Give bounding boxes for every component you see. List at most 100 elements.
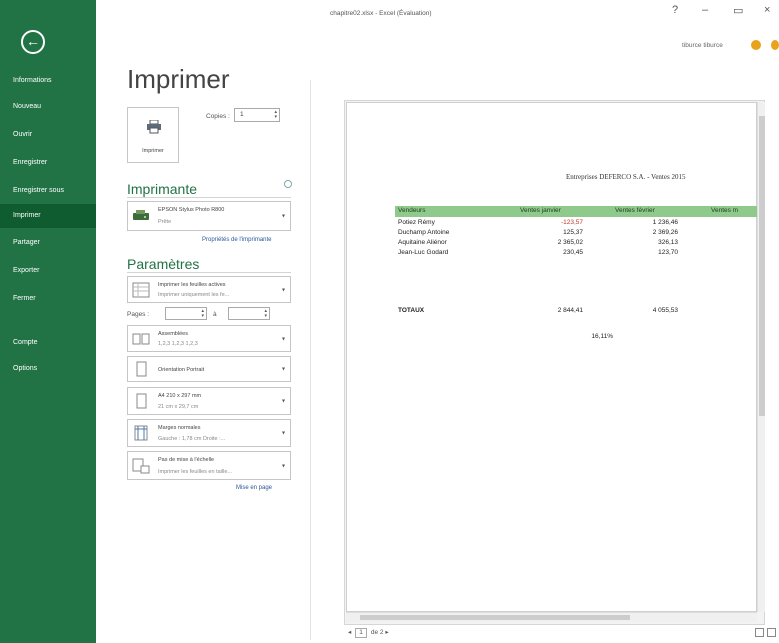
- copies-stepper[interactable]: 1 ▴ ▾: [234, 108, 280, 122]
- scaling-description: Imprimer les feuilles en taille...: [158, 469, 232, 475]
- print-scope-dropdown[interactable]: Imprimer les feuilles actives Imprimer u…: [127, 276, 291, 303]
- table-row-feb: 326,13: [658, 239, 678, 246]
- scroll-thumb[interactable]: [360, 615, 630, 620]
- sidebar-item-exporter[interactable]: Exporter: [0, 260, 96, 282]
- paper-size-icon: [136, 393, 147, 409]
- horizontal-scrollbar[interactable]: [346, 612, 757, 622]
- zoom-to-page-icon[interactable]: [767, 628, 776, 637]
- sheets-icon: [132, 282, 150, 297]
- orientation-dropdown[interactable]: Orientation Portrait ▾: [127, 356, 291, 382]
- spin-arrows-icon[interactable]: ▴ ▾: [201, 309, 204, 319]
- scaling-icon: [132, 458, 150, 473]
- chevron-down-icon: ▾: [281, 398, 285, 405]
- close-button[interactable]: ×: [764, 4, 770, 16]
- margins-dropdown[interactable]: Marges normales Gauche : 1,78 cm Droite …: [127, 419, 291, 447]
- print-button-label: Imprimer: [142, 148, 164, 154]
- collated-pages-icon: [132, 333, 150, 344]
- current-page-input[interactable]: 1: [355, 628, 368, 638]
- sidebar-item-options[interactable]: Options: [0, 358, 96, 380]
- page-navigator: ◂ 1 de 2 ▸: [348, 628, 389, 638]
- chevron-down-icon: ▾: [281, 366, 285, 373]
- back-arrow-icon[interactable]: ←: [21, 30, 45, 54]
- page-count-label: de 2: [370, 629, 384, 636]
- backstage-sidebar: ← Informations Nouveau Ouvrir Enregistre…: [0, 0, 96, 643]
- chevron-down-icon: ▾: [281, 213, 285, 220]
- print-scope-description: Imprimer uniquement les fe...: [158, 292, 230, 298]
- totals-jan: 2 844,41: [557, 307, 583, 314]
- table-row-name: Aquitaine Aliénor: [398, 239, 447, 246]
- vertical-scrollbar[interactable]: [757, 102, 765, 612]
- collate-value: Assemblées: [158, 331, 188, 337]
- margins-icon: [134, 425, 148, 441]
- sidebar-item-fermer[interactable]: Fermer: [0, 288, 96, 310]
- chevron-down-icon: ▾: [281, 287, 285, 293]
- window-title: chapitre02.xlsx - Excel (Évaluation): [330, 10, 432, 17]
- totals-feb: 4 055,53: [652, 307, 678, 314]
- scroll-thumb[interactable]: [759, 116, 765, 416]
- collate-dropdown[interactable]: Assemblées 1,2,3 1,2,3 1,2,3 ▾: [127, 325, 291, 352]
- user-account-name[interactable]: tiburce tiburce: [682, 42, 723, 49]
- table-row-feb: 1 236,46: [652, 219, 678, 226]
- printer-icon: [147, 120, 161, 134]
- table-row-jan: 230,45: [563, 249, 583, 256]
- chevron-down-icon: ▾: [281, 463, 285, 469]
- sidebar-item-informations[interactable]: Informations: [0, 70, 96, 92]
- next-page-icon[interactable]: ▸: [385, 629, 388, 636]
- pages-from-input[interactable]: ▴ ▾: [165, 307, 207, 320]
- orientation-value: Orientation Portrait: [158, 367, 205, 373]
- percent-value: 16,11%: [591, 333, 613, 340]
- sidebar-item-ouvrir[interactable]: Ouvrir: [0, 124, 96, 146]
- header-ventes-janvier: Ventes janvier: [520, 207, 561, 214]
- panel-divider: [310, 80, 311, 640]
- chevron-down-icon: ▾: [281, 336, 285, 342]
- spin-arrows-icon[interactable]: ▴ ▾: [264, 309, 267, 319]
- sidebar-item-nouveau[interactable]: Nouveau: [0, 96, 96, 118]
- table-row-name: Duchamp Antoine: [398, 229, 450, 236]
- pages-to-input[interactable]: ▴ ▾: [228, 307, 270, 320]
- copies-label: Copies :: [206, 113, 230, 120]
- info-icon[interactable]: [284, 180, 292, 188]
- previous-page-icon[interactable]: ◂: [348, 629, 351, 636]
- printer-section-title: Imprimante: [127, 181, 198, 197]
- margins-description: Gauche : 1,78 cm Droite :...: [158, 436, 226, 442]
- spin-arrows-icon[interactable]: ▴ ▾: [274, 110, 277, 120]
- sidebar-item-enregistrer-sous[interactable]: Enregistrer sous: [0, 180, 96, 202]
- table-row-feb: 2 369,26: [652, 229, 678, 236]
- sidebar-item-compte[interactable]: Compte: [0, 332, 96, 354]
- printer-name: EPSON Stylus Photo R800: [158, 207, 225, 213]
- table-row-jan: 125,37: [563, 229, 583, 236]
- page-title: Imprimer: [127, 64, 230, 94]
- maximize-button[interactable]: ▭: [733, 4, 743, 17]
- margins-value: Marges normales: [158, 425, 201, 431]
- table-header-band: [395, 206, 757, 217]
- feedback-smile-icon[interactable]: [751, 40, 761, 50]
- printer-status: Prête: [158, 219, 172, 225]
- header-vendeurs: Vendeurs: [398, 207, 426, 214]
- scaling-dropdown[interactable]: Pas de mise à l'échelle Imprimer les feu…: [127, 451, 291, 480]
- table-row-jan: -123,57: [560, 219, 583, 226]
- sidebar-item-imprimer[interactable]: Imprimer: [0, 204, 96, 228]
- header-ventes-mars: Ventes m: [711, 207, 739, 214]
- page-setup-link[interactable]: Mise en page: [236, 485, 272, 491]
- copies-value: 1: [240, 111, 244, 118]
- paper-size-dropdown[interactable]: A4 210 x 297 mm 21 cm x 29,7 cm ▾: [127, 387, 291, 415]
- table-row-jan: 2 365,02: [557, 239, 583, 246]
- sidebar-item-partager[interactable]: Partager: [0, 232, 96, 254]
- help-button[interactable]: ?: [672, 4, 678, 16]
- printer-properties-link[interactable]: Propriétés de l'imprimante: [202, 237, 272, 243]
- printer-device-icon: [133, 210, 149, 220]
- printer-dropdown[interactable]: EPSON Stylus Photo R800 Prête ▾: [127, 201, 291, 231]
- paper-size-value: A4 210 x 297 mm: [158, 393, 202, 399]
- minimize-button[interactable]: –: [702, 4, 708, 16]
- print-button[interactable]: Imprimer: [127, 107, 179, 163]
- section-divider: [127, 272, 291, 273]
- paper-size-description: 21 cm x 29,7 cm: [158, 404, 199, 410]
- chevron-down-icon: ▾: [281, 430, 285, 437]
- sidebar-item-enregistrer[interactable]: Enregistrer: [0, 152, 96, 174]
- sheet-title: Entreprises DEFERCO S.A. - Ventes 2015: [566, 173, 686, 181]
- table-row-name: Potiez Rémy: [398, 219, 435, 226]
- collate-description: 1,2,3 1,2,3 1,2,3: [158, 341, 198, 347]
- table-row-feb: 123,70: [658, 249, 678, 256]
- show-margins-icon[interactable]: [755, 628, 764, 637]
- feedback-frown-icon[interactable]: [771, 40, 779, 50]
